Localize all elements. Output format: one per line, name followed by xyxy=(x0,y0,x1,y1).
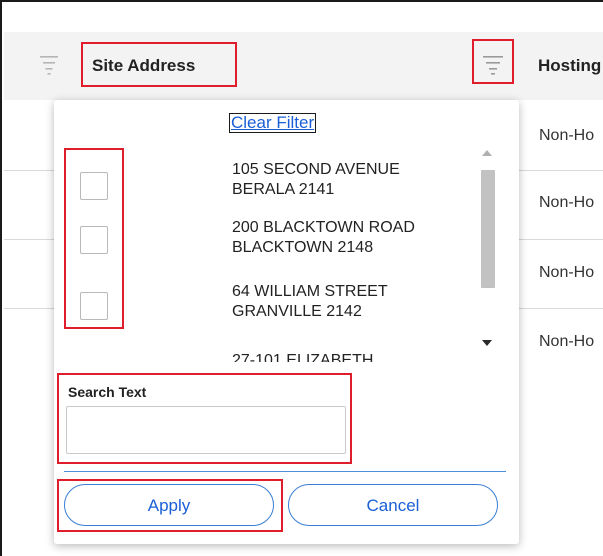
apply-button[interactable]: Apply xyxy=(64,484,274,526)
filter-option-label: 64 WILLIAM STREET GRANVILLE 2142 xyxy=(232,283,388,320)
scrollbar-thumb[interactable] xyxy=(481,170,495,288)
search-text-label: Search Text xyxy=(68,384,147,400)
search-input[interactable] xyxy=(66,406,346,454)
table-cell-hosting: Non-Ho xyxy=(539,127,595,144)
scroll-up-arrow-icon[interactable] xyxy=(482,150,492,156)
filter-option-label: 200 BLACKTOWN ROAD BLACKTOWN 2148 xyxy=(232,219,415,256)
filter-option-checkbox[interactable] xyxy=(80,172,108,200)
cancel-button[interactable]: Cancel xyxy=(288,484,498,526)
table-cell-hosting: Non-Ho xyxy=(539,264,595,281)
filter-option-label: 27-101 ELIZABETH xyxy=(232,352,374,362)
filter-option-checkbox[interactable] xyxy=(80,226,108,254)
scroll-down-arrow-icon[interactable] xyxy=(482,340,492,346)
column-header-site-address[interactable]: Site Address xyxy=(92,56,195,76)
filter-option-label: 105 SECOND AVENUE BERALA 2141 xyxy=(232,161,400,198)
table-header: Site Address Hosting xyxy=(4,32,603,100)
filter-icon[interactable] xyxy=(40,54,58,76)
filter-popup: Clear Filter 105 SECOND AVENUE BERALA 21… xyxy=(54,100,519,544)
list-item[interactable]: 105 SECOND AVENUE BERALA 2141 xyxy=(54,150,494,206)
table-viewport: Site Address Hosting Non-Ho Non-Ho Non-H… xyxy=(0,0,603,556)
column-header-hosting[interactable]: Hosting xyxy=(538,56,601,76)
list-item[interactable]: 27-101 ELIZABETH xyxy=(54,346,494,362)
list-item[interactable]: 64 WILLIAM STREET GRANVILLE 2142 xyxy=(54,278,494,334)
list-item[interactable]: 200 BLACKTOWN ROAD BLACKTOWN 2148 xyxy=(54,214,494,270)
filter-icon[interactable] xyxy=(483,53,503,77)
footer-divider xyxy=(64,471,506,472)
table-cell-hosting: Non-Ho xyxy=(539,333,595,350)
filter-options-list[interactable]: 105 SECOND AVENUE BERALA 2141 200 BLACKT… xyxy=(54,140,519,362)
list-scrollbar[interactable] xyxy=(478,140,498,354)
clear-filter-link[interactable]: Clear Filter xyxy=(228,113,317,133)
filter-option-checkbox[interactable] xyxy=(80,292,108,320)
table-cell-hosting: Non-Ho xyxy=(539,194,595,211)
